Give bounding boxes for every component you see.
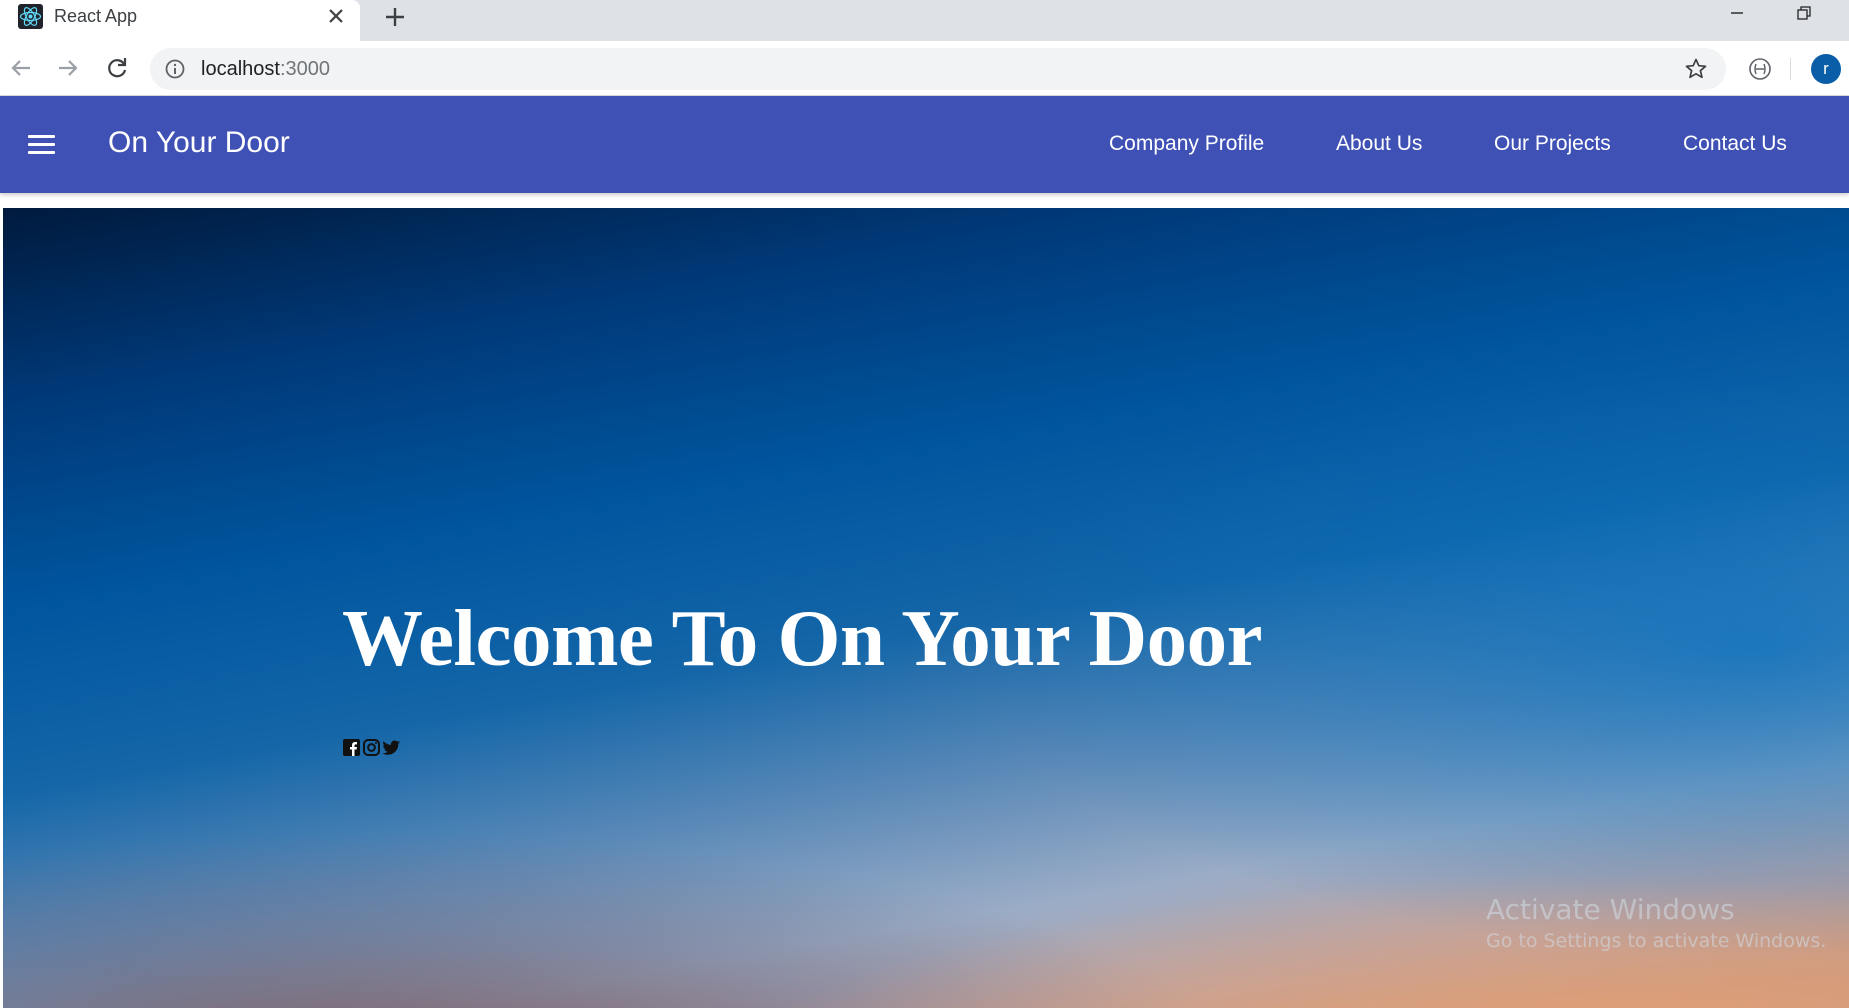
url-text: localhost:3000 [201, 58, 330, 80]
app-bar: On Your Door Company Profile About Us Ou… [0, 96, 1849, 193]
url-host: localhost [201, 58, 280, 80]
extension-icon[interactable] [1746, 55, 1774, 83]
social-links [342, 738, 401, 758]
brand-title[interactable]: On Your Door [108, 126, 290, 160]
minimize-icon[interactable] [1724, 2, 1750, 24]
react-logo-icon [18, 4, 43, 29]
nav-company-profile[interactable]: Company Profile [1109, 132, 1264, 156]
watermark-title: Activate Windows [1486, 893, 1735, 926]
info-icon[interactable] [164, 58, 186, 80]
toolbar-divider [1790, 58, 1791, 80]
tab-title: React App [54, 6, 138, 26]
watermark-subtitle: Go to Settings to activate Windows. [1486, 930, 1827, 952]
hero-banner: Welcome To On Your Door Activate Windows… [3, 208, 1849, 1008]
hamburger-menu-icon[interactable] [24, 128, 58, 162]
nav-about-us[interactable]: About Us [1336, 132, 1422, 156]
hero-title: Welcome To On Your Door [342, 593, 1263, 683]
nav-our-projects[interactable]: Our Projects [1494, 132, 1611, 156]
browser-toolbar: localhost:3000 r [0, 41, 1849, 96]
twitter-icon[interactable] [382, 738, 401, 757]
address-bar[interactable]: localhost:3000 [150, 48, 1726, 90]
nav-contact-us[interactable]: Contact Us [1683, 132, 1787, 156]
back-arrow-icon[interactable] [6, 53, 36, 83]
windows-activation-watermark: Activate Windows Go to Settings to activ… [1486, 896, 1826, 951]
url-port: :3000 [279, 58, 330, 80]
browser-tab-strip: React App [0, 0, 1849, 41]
reload-icon[interactable] [102, 53, 132, 83]
facebook-icon[interactable] [342, 738, 361, 757]
instagram-icon[interactable] [362, 738, 381, 757]
restore-icon[interactable] [1790, 2, 1816, 24]
browser-tab[interactable]: React App [0, 0, 360, 41]
close-icon[interactable] [324, 4, 348, 28]
profile-avatar[interactable]: r [1811, 54, 1841, 84]
forward-arrow-icon[interactable] [53, 53, 83, 83]
star-icon[interactable] [1684, 57, 1708, 81]
plus-icon[interactable] [380, 2, 410, 32]
